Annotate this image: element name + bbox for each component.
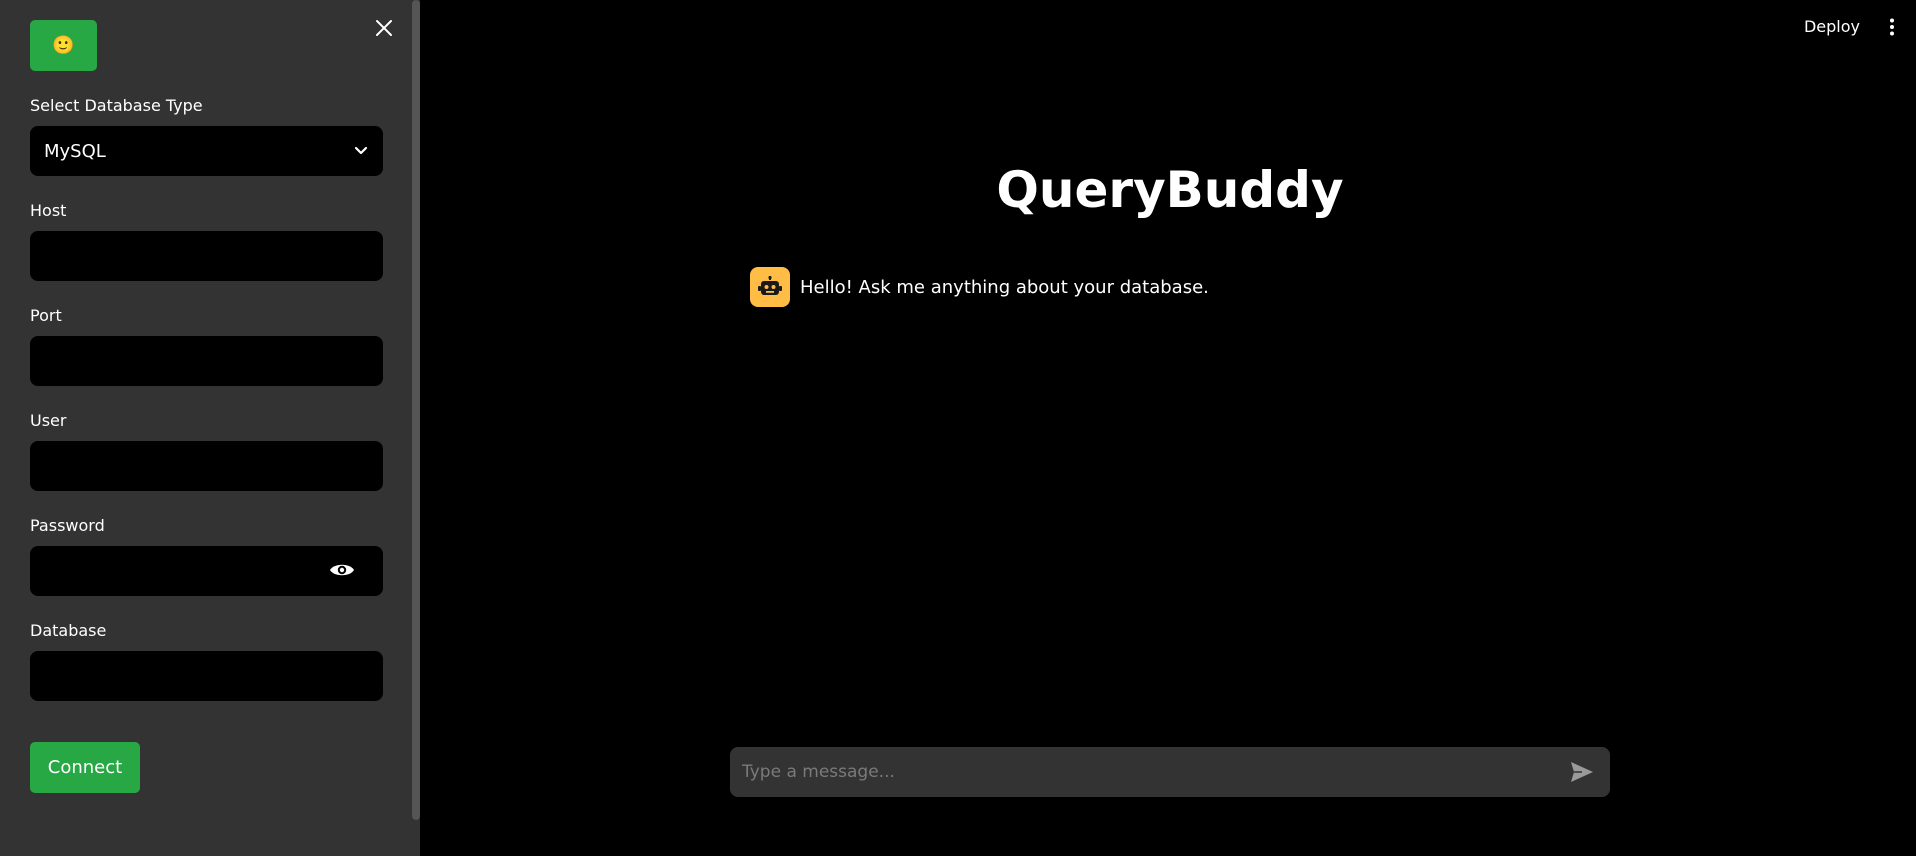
logo-button[interactable]: 🙂 [30, 20, 97, 71]
host-label: Host [30, 201, 67, 220]
database-label: Database [30, 621, 107, 640]
deploy-button[interactable]: Deploy [1796, 14, 1868, 38]
sidebar-scrollbar[interactable] [412, 0, 420, 820]
chevron-down-icon [353, 143, 369, 159]
db-type-select[interactable]: MySQL [30, 126, 383, 176]
message-text: Hello! Ask me anything about your databa… [800, 276, 1209, 298]
close-icon [376, 20, 392, 36]
robot-icon [750, 267, 790, 307]
db-type-label: Select Database Type [30, 96, 203, 115]
password-label: Password [30, 516, 105, 535]
show-password-icon[interactable] [328, 558, 356, 582]
port-label: Port [30, 306, 62, 325]
host-input[interactable] [30, 231, 383, 281]
chat-input[interactable] [730, 747, 1550, 797]
chat-input-container [730, 747, 1610, 797]
database-input[interactable] [30, 651, 383, 701]
user-label: User [30, 411, 67, 430]
logo-emoji: 🙂 [52, 35, 75, 56]
port-input[interactable] [30, 336, 383, 386]
more-vertical-icon[interactable] [1880, 14, 1904, 40]
connect-button[interactable]: Connect [30, 742, 140, 793]
user-input[interactable] [30, 441, 383, 491]
sidebar: 🙂 Select Database Type MySQL Host Port U… [0, 0, 420, 856]
app-root: 🙂 Select Database Type MySQL Host Port U… [0, 0, 1916, 856]
chat-message: Hello! Ask me anything about your databa… [750, 267, 1209, 307]
page-title: QueryBuddy [996, 161, 1344, 219]
send-icon[interactable] [1568, 759, 1596, 785]
db-type-selected-value: MySQL [44, 140, 106, 162]
close-sidebar-button[interactable] [372, 16, 396, 40]
